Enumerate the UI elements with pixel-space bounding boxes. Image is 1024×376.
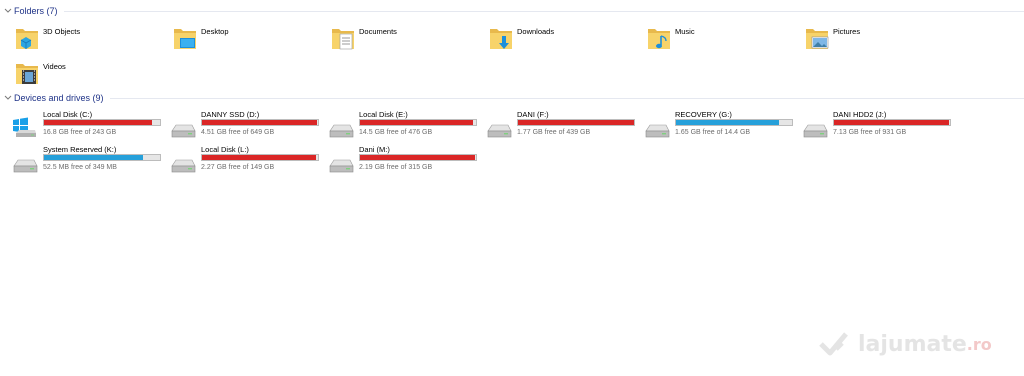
drive-label: Dani (M:) (359, 145, 390, 154)
folder-3d-objects[interactable]: 3D Objects (14, 24, 80, 56)
drive-usage-fill (834, 120, 949, 125)
drive-usage-fill (44, 155, 143, 160)
drive-label: Local Disk (E:) (359, 110, 408, 119)
watermark: lajumate .ro (818, 330, 992, 358)
drive-label: RECOVERY (G:) (675, 110, 732, 119)
hard-drive-icon (170, 149, 196, 175)
group-divider (63, 10, 1024, 12)
documents-folder-icon (330, 24, 356, 52)
drive-d[interactable]: DANNY SSD (D:) 4.51 GB free of 649 GB (170, 110, 320, 144)
chevron-down-icon[interactable] (2, 92, 14, 104)
drive-usage-fill (360, 155, 476, 160)
drive-usage-fill (360, 120, 473, 125)
drive-label: DANI (F:) (517, 110, 549, 119)
folder-pictures[interactable]: Pictures (804, 24, 860, 56)
drive-usage-bar (359, 119, 477, 126)
drive-label: System Reserved (K:) (43, 145, 117, 154)
drive-usage-fill (676, 120, 780, 125)
drive-free-space: 2.27 GB free of 149 GB (201, 164, 275, 171)
drive-f[interactable]: DANI (F:) 1.77 GB free of 439 GB (486, 110, 636, 144)
drive-usage-bar (675, 119, 793, 126)
drive-e[interactable]: Local Disk (E:) 14.5 GB free of 476 GB (328, 110, 478, 144)
drive-free-space: 14.5 GB free of 476 GB (359, 129, 433, 136)
3d-objects-folder-icon (14, 24, 40, 52)
hard-drive-icon (486, 114, 512, 140)
drive-k[interactable]: System Reserved (K:) 52.5 MB free of 349… (12, 145, 162, 179)
drive-m[interactable]: Dani (M:) 2.19 GB free of 315 GB (328, 145, 478, 179)
folder-label: Desktop (201, 27, 229, 36)
devices-group-header[interactable]: Devices and drives (9) (0, 90, 1024, 106)
desktop-folder-icon (172, 24, 198, 52)
folders-group-title: Folders (7) (14, 6, 58, 16)
downloads-folder-icon (488, 24, 514, 52)
drive-free-space: 52.5 MB free of 349 MB (43, 164, 117, 171)
drive-c[interactable]: Local Disk (C:) 16.8 GB free of 243 GB (12, 110, 162, 144)
drive-free-space: 1.77 GB free of 439 GB (517, 129, 591, 136)
drive-free-space: 16.8 GB free of 243 GB (43, 129, 117, 136)
folder-downloads[interactable]: Downloads (488, 24, 554, 56)
drive-free-space: 4.51 GB free of 649 GB (201, 129, 275, 136)
watermark-logo-icon (819, 332, 848, 356)
hard-drive-icon (170, 114, 196, 140)
drive-usage-bar (201, 119, 319, 126)
devices-group-title: Devices and drives (9) (14, 93, 104, 103)
drive-usage-bar (43, 119, 161, 126)
drive-usage-bar (43, 154, 161, 161)
drive-free-space: 7.13 GB free of 931 GB (833, 129, 907, 136)
music-folder-icon (646, 24, 672, 52)
folder-label: Videos (43, 62, 66, 71)
chevron-down-icon[interactable] (2, 5, 14, 17)
drive-usage-bar (359, 154, 477, 161)
drive-usage-fill (518, 120, 634, 125)
folder-documents[interactable]: Documents (330, 24, 397, 56)
drive-label: DANNY SSD (D:) (201, 110, 260, 119)
drive-g[interactable]: RECOVERY (G:) 1.65 GB free of 14.4 GB (644, 110, 794, 144)
windows-drive-icon (12, 114, 38, 140)
drive-label: DANI HDD2 (J:) (833, 110, 887, 119)
hard-drive-icon (328, 114, 354, 140)
drive-usage-bar (833, 119, 951, 126)
folder-label: 3D Objects (43, 27, 81, 36)
group-divider (109, 97, 1024, 99)
drive-label: Local Disk (C:) (43, 110, 93, 119)
drive-usage-bar (201, 154, 319, 161)
folder-label: Downloads (517, 27, 555, 36)
folders-group-header[interactable]: Folders (7) (0, 3, 1024, 19)
hard-drive-icon (802, 114, 828, 140)
drive-l[interactable]: Local Disk (L:) 2.27 GB free of 149 GB (170, 145, 320, 179)
folder-label: Music (675, 27, 695, 36)
drive-usage-fill (202, 155, 317, 160)
folder-desktop[interactable]: Desktop (172, 24, 229, 56)
drive-usage-fill (44, 120, 152, 125)
watermark-text: lajumate (858, 331, 967, 357)
folder-label: Documents (359, 27, 397, 36)
drive-label: Local Disk (L:) (201, 145, 249, 154)
folder-videos[interactable]: Videos (14, 59, 66, 91)
folder-label: Pictures (833, 27, 861, 36)
folder-music[interactable]: Music (646, 24, 695, 56)
drive-usage-fill (202, 120, 317, 125)
watermark-suffix: .ro (966, 334, 992, 354)
pictures-folder-icon (804, 24, 830, 52)
hard-drive-icon (328, 149, 354, 175)
drive-free-space: 2.19 GB free of 315 GB (359, 164, 433, 171)
drive-j[interactable]: DANI HDD2 (J:) 7.13 GB free of 931 GB (802, 110, 952, 144)
drive-usage-bar (517, 119, 635, 126)
hard-drive-icon (12, 149, 38, 175)
hard-drive-icon (644, 114, 670, 140)
videos-folder-icon (14, 59, 40, 87)
drive-free-space: 1.65 GB free of 14.4 GB (675, 129, 751, 136)
